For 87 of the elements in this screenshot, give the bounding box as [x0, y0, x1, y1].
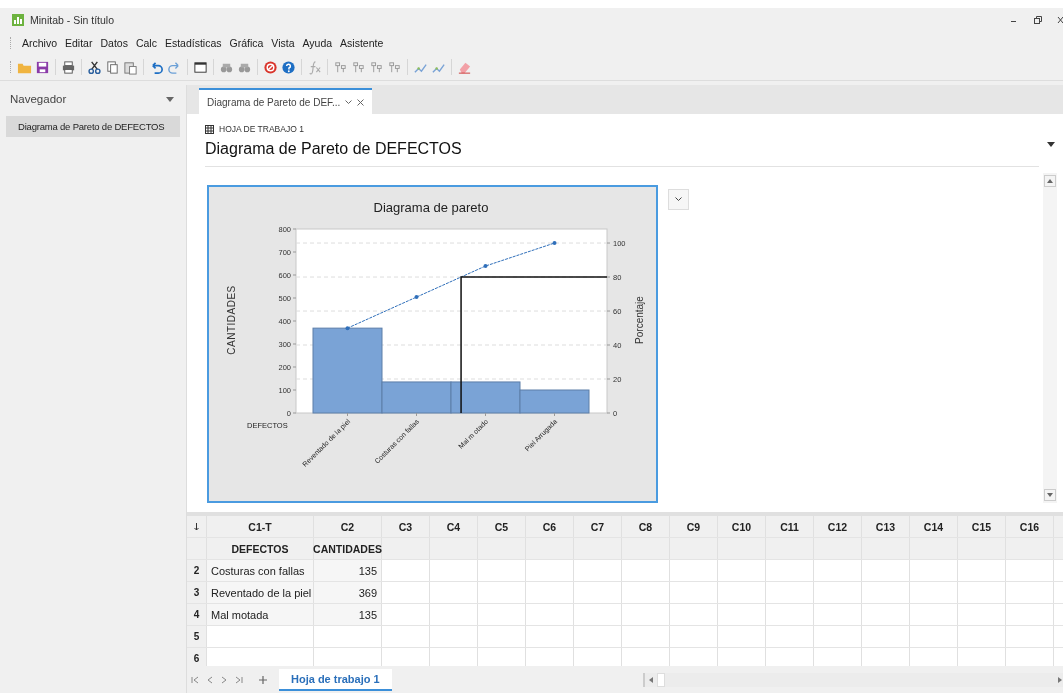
navigator-item[interactable]: Diagrama de Pareto de DEFECTOS	[6, 116, 180, 137]
table-cell: Reventado de la piel	[207, 582, 314, 603]
table-icon	[205, 124, 214, 134]
graph-icon[interactable]	[351, 59, 366, 75]
bar	[450, 381, 521, 414]
window-title: Minitab - Sin título	[30, 14, 115, 26]
menu-item[interactable]: Vista	[271, 37, 295, 49]
first-sheet-icon[interactable]	[191, 675, 199, 684]
column-header[interactable]: C4	[430, 516, 478, 537]
column-header[interactable]: C1-T	[207, 516, 314, 537]
sheet-tab[interactable]: Hoja de trabajo 1	[279, 668, 392, 691]
worksheet-label: HOJA DE TRABAJO 1	[219, 124, 304, 134]
column-header[interactable]: C8	[622, 516, 670, 537]
column-header[interactable]: C9	[670, 516, 718, 537]
column-header[interactable]: C6	[526, 516, 574, 537]
column-header[interactable]: C10	[718, 516, 766, 537]
data-point	[552, 241, 557, 246]
column-header[interactable]: C5	[478, 516, 526, 537]
graph-icon[interactable]	[387, 59, 402, 75]
tab-label: Diagrama de Pareto de DEF...	[207, 96, 341, 108]
next-sheet-icon[interactable]	[221, 675, 227, 684]
menu-item[interactable]: Ayuda	[302, 37, 333, 49]
scroll-up-icon[interactable]	[1044, 175, 1056, 187]
table-cell: Costuras con fallas	[207, 560, 314, 581]
print-icon[interactable]	[61, 59, 76, 75]
close-icon[interactable]	[357, 98, 365, 106]
y-axis-title: Porcentaje	[634, 296, 645, 344]
menu-item[interactable]: Datos	[100, 37, 128, 49]
column-name[interactable]: CANTIDADES	[314, 538, 382, 559]
caret-icon[interactable]	[345, 99, 353, 105]
row-number[interactable]: 6	[187, 648, 207, 666]
column-header[interactable]: C15	[958, 516, 1006, 537]
stop-icon[interactable]	[263, 59, 278, 75]
column-header[interactable]: C7	[574, 516, 622, 537]
table-cell: 135	[314, 560, 382, 581]
table-cell: 369	[314, 582, 382, 603]
caret-icon	[675, 197, 682, 202]
menu-item[interactable]: Calc	[135, 37, 157, 49]
row-number[interactable]: 4	[187, 604, 207, 625]
copy-icon[interactable]	[105, 59, 120, 75]
menu-item[interactable]: Archivo	[22, 37, 57, 49]
bar	[519, 389, 590, 414]
navigator-title: Navegador	[10, 93, 67, 105]
column-name[interactable]: DEFECTOS	[207, 538, 314, 559]
chart-title: Diagrama de pareto	[373, 200, 489, 215]
menu-item[interactable]: Editar	[65, 37, 93, 49]
previous-sheet-icon[interactable]	[207, 675, 213, 684]
graph-icon[interactable]	[369, 59, 384, 75]
graph-icon[interactable]	[333, 59, 348, 75]
table-cell: 135	[314, 604, 382, 625]
row-number[interactable]: 5	[187, 626, 207, 647]
row-number[interactable]: 3	[187, 582, 207, 603]
row-number[interactable]: 2	[187, 560, 207, 581]
scroll-left-icon[interactable]	[643, 672, 665, 687]
menu-item[interactable]: Asistente	[340, 37, 384, 49]
data-point	[483, 264, 488, 269]
output-title: Diagrama de Pareto de DEFECTOS	[205, 140, 463, 158]
column-header[interactable]: C12	[814, 516, 862, 537]
app-logo-icon	[12, 14, 24, 26]
horizontal-scrollbar[interactable]	[643, 672, 1063, 687]
caret-icon[interactable]	[1047, 142, 1055, 147]
column-header[interactable]: C2	[314, 516, 382, 537]
help-icon[interactable]	[281, 59, 296, 75]
document-tab[interactable]: Diagrama de Pareto de DEF...	[199, 88, 373, 114]
close-icon[interactable]	[1057, 15, 1063, 25]
arrow-down-icon	[194, 522, 199, 531]
menu-item[interactable]: Gráfica	[229, 37, 264, 49]
column-header[interactable]: C16	[1006, 516, 1054, 537]
menu-item[interactable]: Estadísticas	[164, 37, 222, 49]
add-sheet-icon[interactable]	[259, 675, 267, 684]
column-header[interactable]: C14	[910, 516, 958, 537]
window-icon[interactable]	[193, 59, 208, 75]
restore-icon[interactable]	[1033, 15, 1043, 25]
column-header[interactable]: C3	[382, 516, 430, 537]
scroll-down-icon[interactable]	[1044, 489, 1056, 501]
vertical-scrollbar[interactable]	[1043, 173, 1057, 503]
data-point	[345, 326, 350, 331]
paste-icon[interactable]	[123, 59, 138, 75]
scissors-icon[interactable]	[87, 59, 102, 75]
column-header[interactable]: C13	[862, 516, 910, 537]
function-icon[interactable]	[307, 59, 322, 75]
last-sheet-icon[interactable]	[235, 675, 243, 684]
save-icon[interactable]	[35, 59, 50, 75]
table-cell: Mal motada	[207, 604, 314, 625]
y-axis-title: CANTIDADES	[226, 285, 237, 355]
column-header[interactable]: C11	[766, 516, 814, 537]
data-point	[414, 295, 419, 300]
